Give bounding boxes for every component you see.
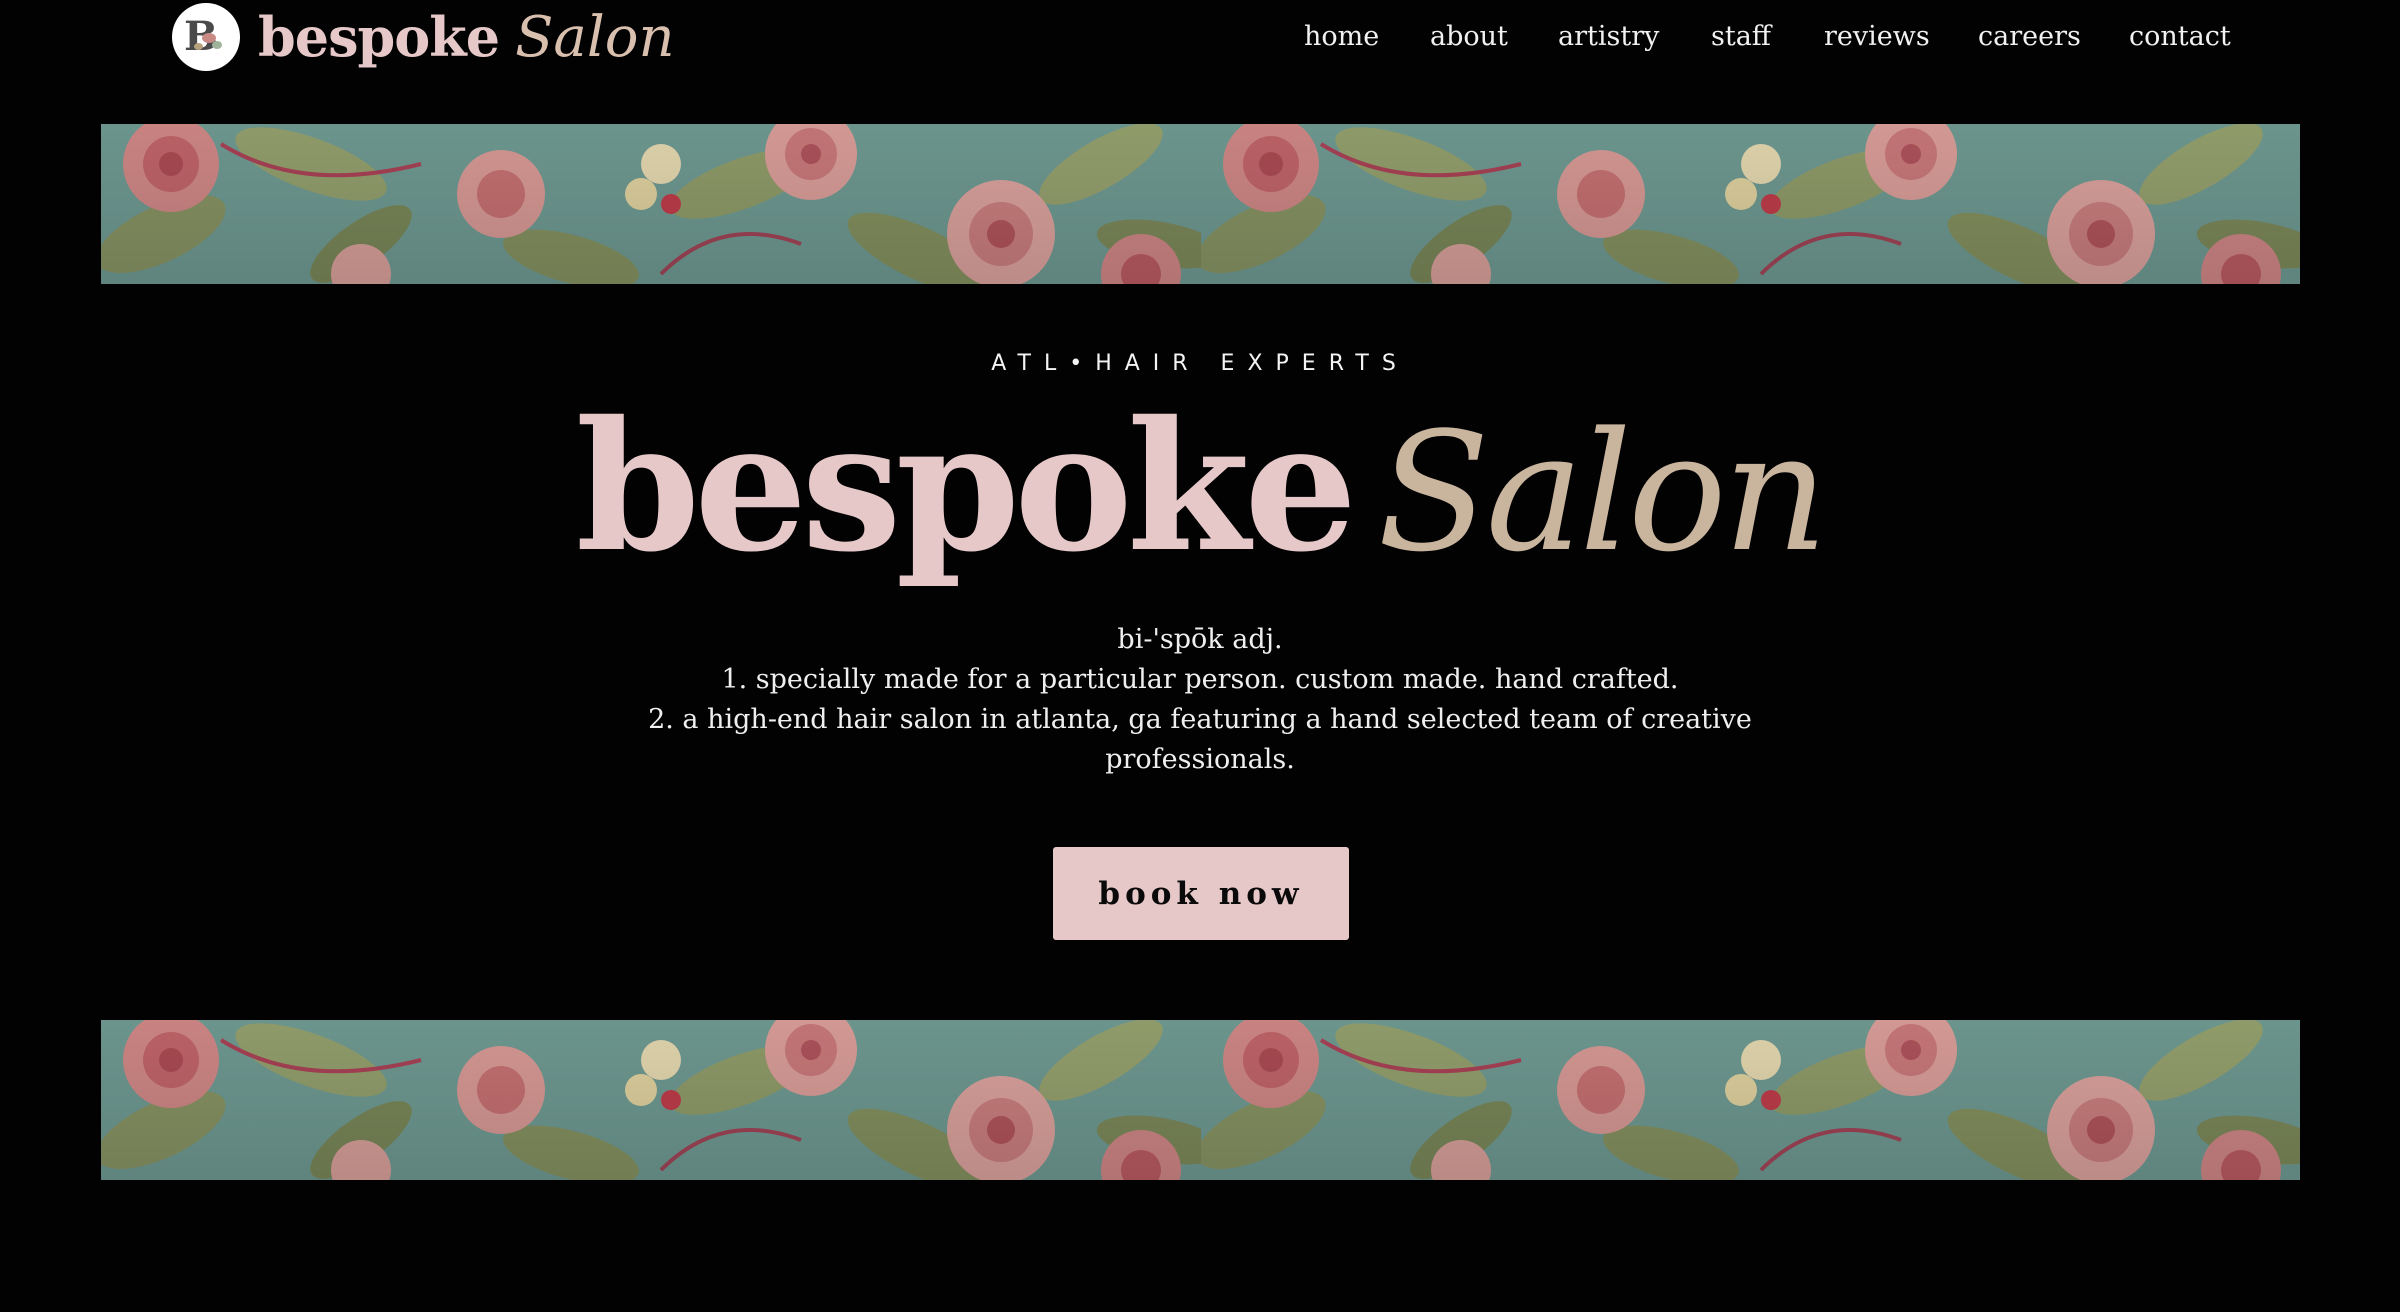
floral-pattern-icon bbox=[101, 1020, 2300, 1180]
definition-line-1: 1. specially made for a particular perso… bbox=[721, 664, 1679, 695]
definition-text: bi-'spōk adj. 1. specially made for a pa… bbox=[0, 620, 2400, 780]
nav-item-about[interactable]: about bbox=[1430, 16, 1508, 58]
nav-item-staff[interactable]: staff bbox=[1711, 16, 1771, 58]
hero-title: bespoke Salon bbox=[0, 392, 2400, 592]
floral-banner-top bbox=[101, 124, 2300, 284]
definition-line-3: professionals. bbox=[1105, 744, 1295, 775]
floral-pattern-icon bbox=[101, 124, 2300, 284]
hero-title-word: bespoke bbox=[575, 382, 1358, 591]
nav-item-contact[interactable]: contact bbox=[2129, 16, 2231, 58]
definition-line-2: 2. a high-end hair salon in atlanta, ga … bbox=[648, 704, 1752, 735]
nav-item-careers[interactable]: careers bbox=[1978, 16, 2081, 58]
hero-tagline: ATL•HAIR EXPERTS bbox=[991, 351, 1409, 376]
nav-item-artistry[interactable]: artistry bbox=[1558, 16, 1659, 58]
book-now-button[interactable]: book now bbox=[1053, 847, 1349, 940]
site-header: B bespoke Salon home about artistry staf… bbox=[0, 0, 2400, 76]
main-nav: home about artistry staff reviews career… bbox=[0, 16, 2400, 58]
definition-pronunciation: bi-'spōk adj. bbox=[1117, 624, 1283, 655]
nav-item-home[interactable]: home bbox=[1304, 16, 1379, 58]
nav-item-reviews[interactable]: reviews bbox=[1824, 16, 1930, 58]
hero-title-script: Salon bbox=[1377, 397, 1828, 588]
floral-banner-bottom bbox=[101, 1020, 2300, 1180]
